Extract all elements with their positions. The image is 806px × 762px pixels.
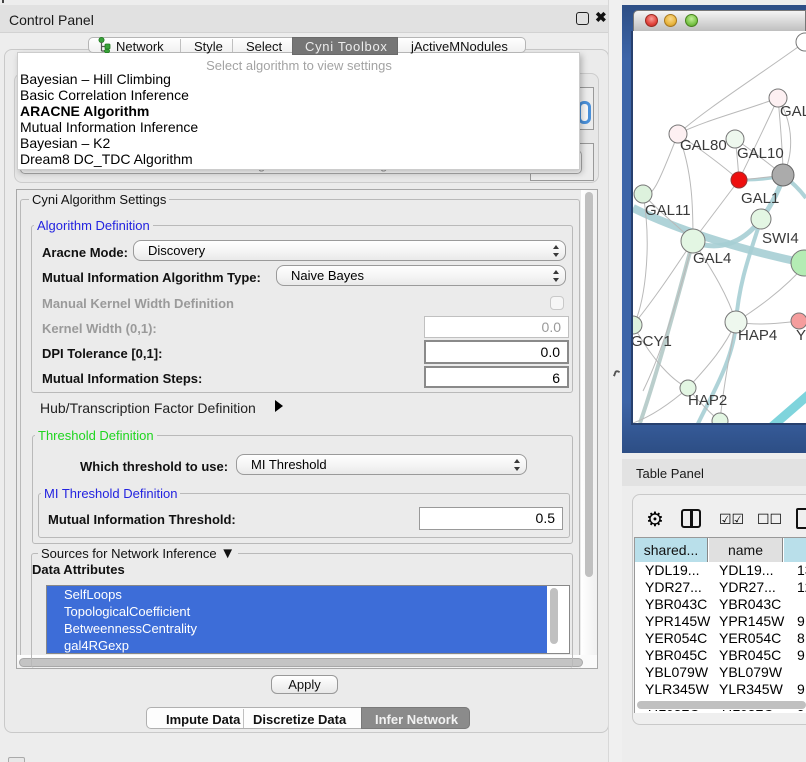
svg-text:HAP2: HAP2 xyxy=(688,392,727,409)
svg-text:GAL: GAL xyxy=(780,103,806,120)
svg-text:GAL11: GAL11 xyxy=(645,202,691,219)
svg-text:GAL80: GAL80 xyxy=(680,137,727,154)
svg-text:HAP4: HAP4 xyxy=(738,327,777,344)
svg-text:Y: Y xyxy=(796,327,806,344)
svg-text:GAL10: GAL10 xyxy=(737,145,784,162)
svg-text:GAL1: GAL1 xyxy=(741,190,779,207)
svg-text:GAL4: GAL4 xyxy=(693,250,731,267)
svg-text:GCY1: GCY1 xyxy=(633,333,672,350)
svg-text:SWI4: SWI4 xyxy=(762,230,799,247)
